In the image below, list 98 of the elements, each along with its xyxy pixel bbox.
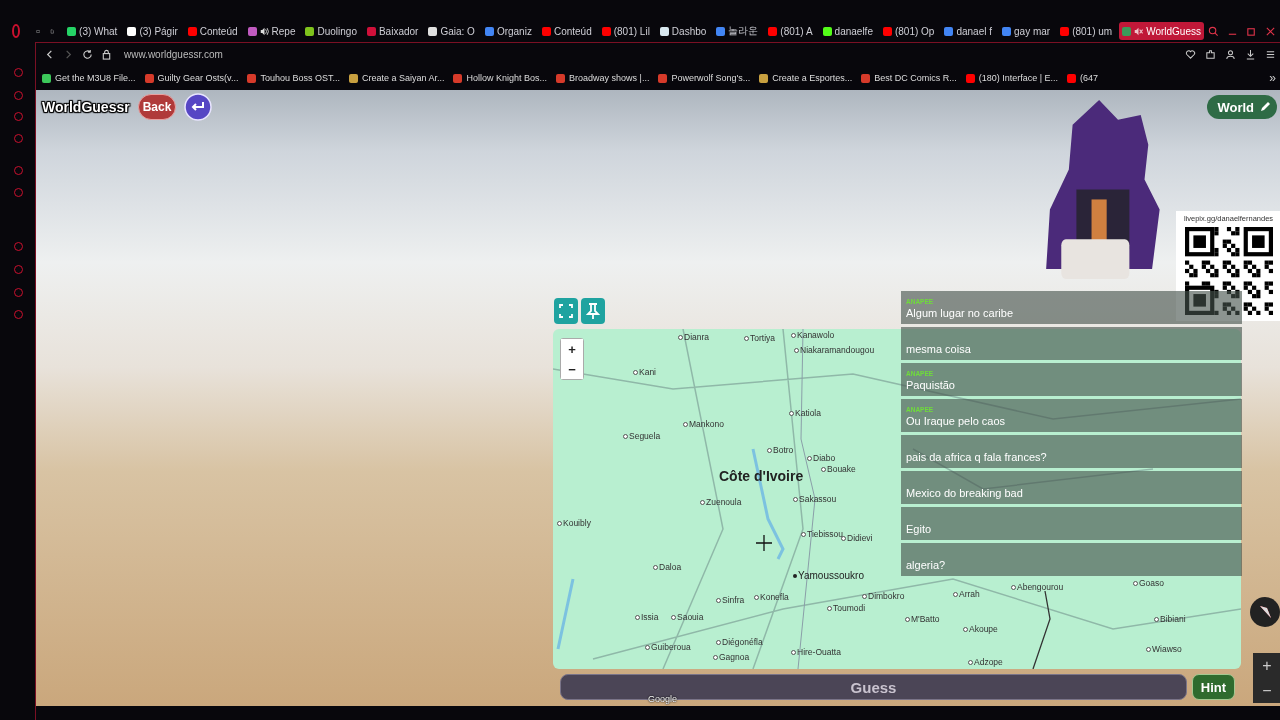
map-label: Hire-Ouatta <box>791 646 841 658</box>
map-label: Tortiya <box>744 332 776 344</box>
browser-tab[interactable]: (3) Págir <box>124 22 181 40</box>
bookmark[interactable]: Create a Esportes... <box>759 73 853 83</box>
browser-tab[interactable]: Conteúd <box>538 22 595 40</box>
map-label: Guiberoua <box>645 641 691 653</box>
map-label: Kani <box>633 366 656 378</box>
map-label: Goaso <box>1133 577 1165 589</box>
map-label: Seguela <box>623 430 661 442</box>
mode-button[interactable]: World <box>1207 95 1277 119</box>
pin-icon[interactable] <box>581 298 605 324</box>
map[interactable] <box>553 329 1241 669</box>
browser-tab[interactable]: Baixador <box>363 22 422 40</box>
download-icon[interactable] <box>1245 49 1256 60</box>
map-label: Yamoussoukro <box>793 570 864 582</box>
browser-tab[interactable]: (801) Lil <box>598 22 653 40</box>
heart-icon[interactable] <box>1185 49 1196 60</box>
map-label: Diabo <box>807 452 836 464</box>
map-label: Toumodi <box>827 602 866 614</box>
chat-text: algeria? <box>906 558 947 572</box>
map-label: Sakassou <box>793 493 837 505</box>
map-label: Issia <box>635 611 659 623</box>
restore-icon[interactable] <box>1246 25 1257 37</box>
map-label: Kanawolo <box>791 329 835 341</box>
map-label: Bibiani <box>1154 613 1186 625</box>
map-label: Gagnoa <box>713 651 750 663</box>
bookmark[interactable]: Guilty Gear Osts(v... <box>144 73 239 83</box>
map-label: Bouake <box>821 463 856 475</box>
bookmark[interactable]: Touhou Boss OST... <box>247 73 340 83</box>
browser-tab[interactable]: danaelfe <box>819 22 876 40</box>
map-label: Botro <box>767 444 794 456</box>
browser-tab[interactable]: WorldGuess <box>1119 22 1204 40</box>
bookmark[interactable]: Best DC Comics R... <box>861 73 957 83</box>
browser-tab[interactable]: (3) What <box>64 22 121 40</box>
speaker-icon[interactable] <box>259 26 269 36</box>
map-label: Sinfra <box>716 594 745 606</box>
address-field[interactable]: www.worldguessr.com <box>124 49 223 60</box>
browser-tab[interactable]: gay mar <box>999 22 1054 40</box>
profile-icon[interactable] <box>1225 49 1236 60</box>
browser-tab[interactable]: (801) Op <box>879 22 938 40</box>
menu-icon[interactable] <box>1265 49 1276 60</box>
map-label: Tiebissou <box>801 528 844 540</box>
compass-icon[interactable] <box>1249 596 1280 628</box>
bookmark[interactable]: (180) Interface | E... <box>965 73 1059 83</box>
map-label: M'Batto <box>905 613 940 625</box>
chat-text: Ou Iraque pelo caos <box>906 414 1007 428</box>
map-label: Abengourou <box>1011 581 1064 593</box>
map-label: Daloa <box>653 561 682 573</box>
chat-text: mesma coisa <box>906 342 972 356</box>
expand-icon[interactable] <box>554 298 578 324</box>
map-label: Wiawso <box>1146 643 1182 655</box>
lock-icon[interactable] <box>101 49 112 60</box>
browser-tab[interactable]: Dashbo <box>656 22 710 40</box>
close-icon[interactable] <box>1265 25 1276 37</box>
chat-text: Mexico do breaking bad <box>906 486 1024 500</box>
browser-logo-icon[interactable] <box>12 24 20 38</box>
puzzle-icon[interactable] <box>1205 49 1216 60</box>
bookmark[interactable]: Hollow Knight Bos... <box>453 73 548 83</box>
pencil-icon <box>1259 101 1271 113</box>
bookmark[interactable]: Powerwolf Song's... <box>658 73 751 83</box>
bookmark[interactable]: (647 <box>1067 73 1099 83</box>
map-label: Côte d'Ivoire <box>719 468 804 484</box>
map-label: Niakaramandougou <box>794 344 875 356</box>
map-label: Zuenoula <box>700 496 742 508</box>
search-icon[interactable] <box>1208 25 1219 37</box>
muted-speaker-icon[interactable] <box>1134 26 1144 36</box>
chat-text: Paquistão <box>906 378 956 392</box>
browser-tab[interactable]: (801) A <box>765 22 816 40</box>
map-label: Diégonéfla <box>716 636 763 648</box>
crosshair-icon <box>756 535 772 551</box>
browser-tab[interactable]: Duolingo <box>302 22 360 40</box>
browser-tab[interactable]: Organiz <box>481 22 535 40</box>
map-label: Akoupe <box>963 623 998 635</box>
map-label: Arrah <box>953 588 980 600</box>
bookmark[interactable]: Broadway shows |... <box>556 73 650 83</box>
map-label: Kouibly <box>557 517 591 529</box>
browser-tab[interactable]: danael f <box>941 22 995 40</box>
browser-tab[interactable]: Repe <box>244 22 299 40</box>
chat-text: pais da africa q fala frances? <box>906 450 1048 464</box>
map-label: Katiola <box>789 407 821 419</box>
browser-tab[interactable]: Conteúd <box>184 22 241 40</box>
map-label: Adzope <box>968 656 1003 668</box>
browser-tab[interactable]: 놀라운 <box>713 22 762 40</box>
chat-text: Egito <box>906 522 933 536</box>
map-label: Dianra <box>678 331 710 343</box>
chat-text: Algum lugar no caribe <box>906 306 1014 320</box>
game-logo: WorldGuessr <box>42 99 130 115</box>
hint-button[interactable]: Hint <box>1192 674 1235 700</box>
more-bookmarks-button[interactable]: » <box>1269 71 1280 85</box>
map-label: Konefla <box>754 591 789 603</box>
map-label: Mankono <box>683 418 724 430</box>
reload-icon[interactable] <box>82 49 93 60</box>
map-label: Dimbokro <box>862 590 905 602</box>
browser-tab[interactable]: (801) um <box>1057 22 1116 40</box>
browser-tab[interactable]: Gaia: O <box>425 22 478 40</box>
map-label: Saouia <box>671 611 704 623</box>
bookmark[interactable]: Get the M3U8 File... <box>42 73 136 83</box>
bookmark[interactable]: Create a Saiyan Ar... <box>348 73 445 83</box>
